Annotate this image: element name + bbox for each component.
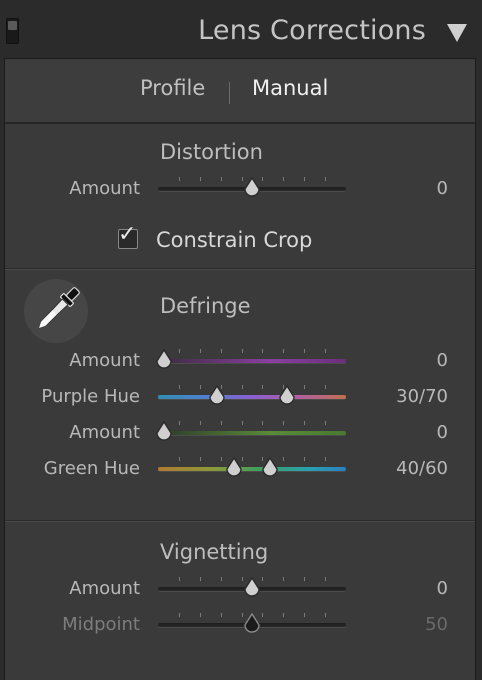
slider-tick [200,613,201,617]
slider-thumb[interactable] [278,385,296,407]
slider-tick [283,421,284,425]
slider-tick [262,349,263,353]
vignetting-midpoint-slider[interactable] [158,613,346,633]
slider-tick [283,577,284,581]
slider-tick [325,177,326,181]
slider-tick [179,349,180,353]
section-divider [5,520,475,522]
distortion-amount-value[interactable]: 0 [368,178,448,199]
slider-thumb[interactable] [243,177,261,199]
slider-track[interactable] [158,395,346,399]
distortion-title: Distortion [160,140,263,164]
slider-tick [179,421,180,425]
slider-tick [304,457,305,461]
vignetting-midpoint-label: Midpoint [62,614,140,635]
slider-tick [283,457,284,461]
slider-thumb[interactable] [155,421,173,443]
panel-enable-toggle[interactable] [6,18,19,44]
slider-tick [179,385,180,389]
slider-tick [325,349,326,353]
collapse-triangle-icon[interactable] [447,24,467,42]
purple-hue-label: Purple Hue [41,386,140,407]
slider-tick [325,577,326,581]
slider-thumb[interactable] [225,457,243,479]
slider-tick [304,613,305,617]
green-amount-value[interactable]: 0 [368,422,448,443]
slider-tick [283,349,284,353]
slider-tick [304,177,305,181]
checkmark-icon: ✓ [118,222,137,247]
slider-tick [262,421,263,425]
slider-tick [262,177,263,181]
vignetting-amount-slider[interactable] [158,577,346,597]
constrain-crop-label[interactable]: Constrain Crop [156,228,312,252]
tab-separator [229,82,230,104]
slider-tick [304,349,305,353]
green-amount-slider[interactable] [156,421,346,441]
slider-tick [242,385,243,389]
slider-thumb[interactable] [155,349,173,371]
slider-track[interactable] [158,467,346,471]
purple-amount-value[interactable]: 0 [368,350,448,371]
slider-tick [200,177,201,181]
slider-tick [242,421,243,425]
slider-tick [200,577,201,581]
vignetting-title: Vignetting [160,540,269,564]
distortion-amount-slider[interactable] [158,177,346,197]
fringe-color-selector-eyedropper-icon[interactable] [24,279,88,343]
purple-hue-slider[interactable] [158,385,346,405]
green-hue-value[interactable]: 40/60 [368,458,448,479]
vignetting-amount-value[interactable]: 0 [368,578,448,599]
slider-tick [179,457,180,461]
slider-tick [200,385,201,389]
green-hue-slider[interactable] [158,457,346,477]
slider-tick [200,421,201,425]
slider-thumb[interactable] [243,613,261,635]
slider-thumb[interactable] [208,385,226,407]
slider-tick [262,577,263,581]
slider-tick [221,421,222,425]
slider-tick [304,577,305,581]
defringe-title: Defringe [160,294,251,318]
panel-title: Lens Corrections [198,15,426,46]
slider-thumb[interactable] [243,577,261,599]
green-amount-label: Amount [69,422,140,443]
vignetting-amount-label: Amount [69,578,140,599]
tab-manual[interactable]: Manual [252,76,328,100]
purple-hue-value[interactable]: 30/70 [368,386,448,407]
slider-tick [221,177,222,181]
slider-tick [179,577,180,581]
slider-tick [179,613,180,617]
slider-tick [200,457,201,461]
green-hue-label: Green Hue [43,458,140,479]
slider-tick [325,613,326,617]
slider-track[interactable] [158,359,346,363]
slider-tick [304,385,305,389]
slider-tick [179,177,180,181]
slider-tick [325,457,326,461]
slider-tick [262,385,263,389]
slider-tick [221,613,222,617]
tab-profile[interactable]: Profile [140,76,205,100]
slider-tick [262,613,263,617]
purple-amount-slider[interactable] [156,349,346,369]
slider-tick [283,177,284,181]
slider-tick [283,613,284,617]
slider-tick [221,457,222,461]
vignetting-midpoint-value[interactable]: 50 [368,614,448,635]
distortion-amount-label: Amount [69,178,140,199]
slider-tick [304,421,305,425]
slider-thumb[interactable] [261,457,279,479]
slider-tick [221,577,222,581]
slider-track[interactable] [158,431,346,435]
tab-bar [5,60,475,124]
slider-tick [221,349,222,353]
slider-tick [325,421,326,425]
section-divider [5,268,475,270]
slider-tick [242,349,243,353]
slider-tick [325,385,326,389]
slider-tick [200,349,201,353]
purple-amount-label: Amount [69,350,140,371]
